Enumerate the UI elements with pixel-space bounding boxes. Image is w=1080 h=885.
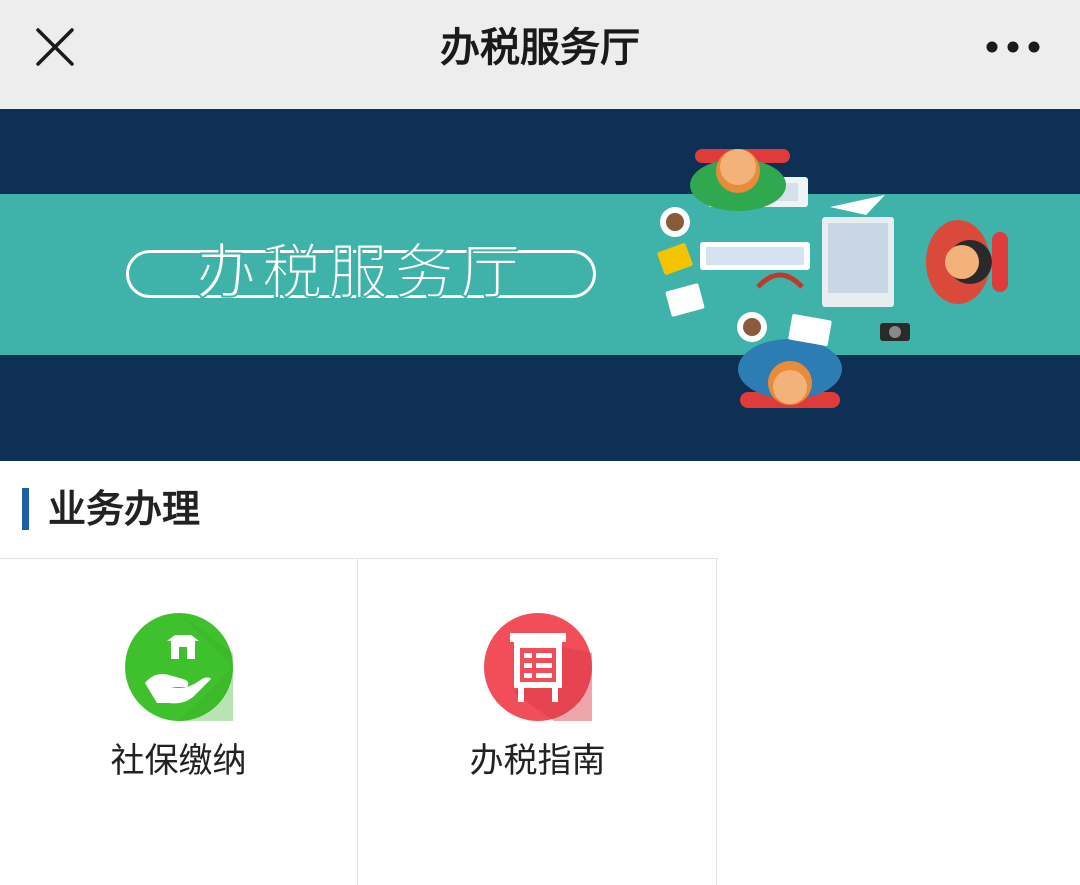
service-item-social-security[interactable]: 社保缴纳 — [0, 559, 358, 885]
close-button[interactable] — [22, 14, 88, 80]
close-icon — [36, 28, 74, 66]
guide-board-icon — [484, 613, 592, 721]
more-options-button[interactable] — [968, 14, 1058, 80]
service-grid: 社保缴纳 办税指南 — [0, 558, 718, 885]
office-desk-illustration — [657, 149, 1008, 408]
page-title: 办税服务厅 — [440, 25, 640, 71]
service-label: 办税指南 — [469, 741, 606, 781]
section-title: 业务办理 — [48, 487, 201, 531]
service-item-tax-guide[interactable]: 办税指南 — [359, 559, 717, 885]
more-dots-icon — [986, 41, 1040, 53]
banner-title: 办税服务厅 — [195, 237, 526, 309]
section-header: 业务办理 — [0, 470, 1080, 550]
hero-banner: 办税服务厅 — [0, 109, 1080, 461]
service-label: 社保缴纳 — [110, 741, 247, 781]
section-accent-bar — [22, 488, 29, 530]
hand-house-icon — [125, 613, 233, 721]
top-navigation-bar: 办税服务厅 — [0, 0, 1080, 109]
